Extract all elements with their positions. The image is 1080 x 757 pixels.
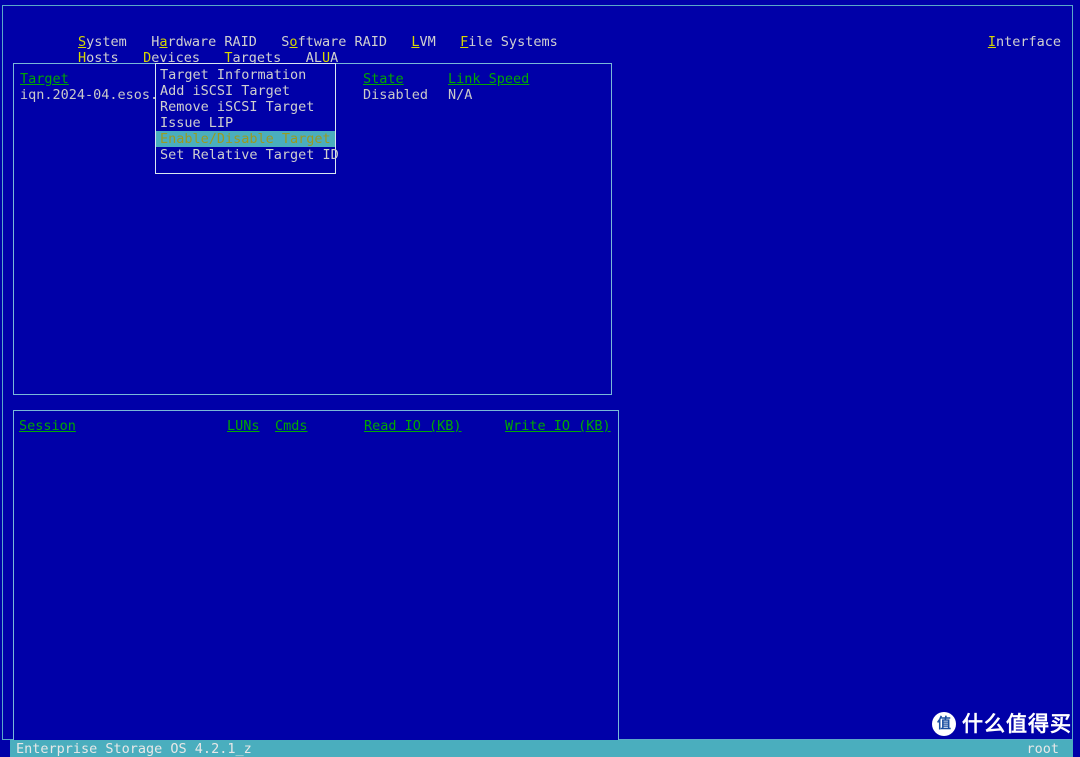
menu-option-issue-lip[interactable]: Issue LIP: [156, 115, 335, 131]
column-header-session: Session: [19, 418, 76, 434]
watermark-label: 什么值得买: [962, 712, 1072, 736]
menubar-row-secondary: Hosts Devices Targets ALUA: [13, 34, 1073, 66]
column-header-write-io: Write IO (KB): [505, 418, 611, 434]
table-row-target-link-speed: N/A: [448, 87, 473, 103]
status-bar-user: root: [1026, 741, 1059, 757]
table-row-target-name[interactable]: iqn.2024-04.esos.: [20, 87, 158, 103]
sessions-panel[interactable]: Session LUNs Cmds Read IO (KB) Write IO …: [13, 410, 619, 741]
column-header-target: Target: [20, 71, 69, 87]
menu-option-set-relative-target-id[interactable]: Set Relative Target ID: [156, 147, 339, 163]
menu-option-target-information[interactable]: Target Information: [156, 67, 335, 83]
menu-option-enable-disable-target[interactable]: Enable/Disable Target: [156, 131, 335, 147]
status-bar-title: Enterprise Storage OS 4.2.1_z: [16, 741, 252, 757]
column-header-link-speed: Link Speed: [448, 71, 530, 87]
watermark-badge-icon: 值: [932, 712, 956, 736]
menu-hotkey-interface: I: [987, 34, 996, 50]
menu-label-interface: nterface: [995, 34, 1061, 50]
column-header-read-io: Read IO (KB): [364, 418, 462, 434]
status-bar: Enterprise Storage OS 4.2.1_z root: [10, 740, 1073, 757]
watermark: 值 什么值得买: [932, 708, 1072, 740]
window-frame: System Hardware RAID Software RAID LVM F…: [2, 5, 1073, 741]
table-row-target-state: Disabled: [363, 87, 429, 103]
menubar: System Hardware RAID Software RAID LVM F…: [13, 18, 1073, 66]
terminal-screen: System Hardware RAID Software RAID LVM F…: [0, 0, 1080, 757]
column-header-cmds: Cmds: [275, 418, 308, 434]
targets-dropdown-menu[interactable]: Target Information Add iSCSI Target Remo…: [155, 63, 339, 174]
menu-item-interface[interactable]: Interface: [988, 34, 1061, 50]
menu-option-remove-iscsi-target[interactable]: Remove iSCSI Target: [156, 99, 335, 115]
menu-option-add-iscsi-target[interactable]: Add iSCSI Target: [156, 83, 335, 99]
column-header-state: State: [363, 71, 404, 87]
column-header-luns: LUNs: [227, 418, 260, 434]
